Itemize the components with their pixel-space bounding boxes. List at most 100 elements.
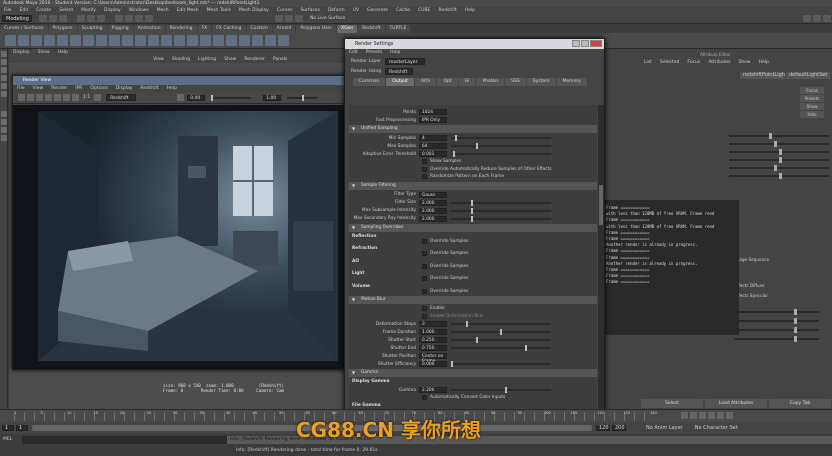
exposure-slider[interactable] [211, 94, 252, 101]
motion-blur-field-slider[interactable] [451, 329, 551, 335]
attr-slider[interactable] [729, 133, 829, 139]
lasso-tool-icon[interactable] [1, 59, 7, 65]
filter-field-field[interactable]: 2.000 [419, 215, 447, 222]
shelf-tab[interactable]: Polygons [48, 24, 77, 33]
motion-blur-field-field[interactable]: 1.000 [419, 329, 447, 335]
viewport-menu-item[interactable]: Show [220, 57, 240, 62]
unified-sampling-field-field[interactable]: 0.001 [419, 151, 447, 157]
select-button[interactable]: Select [641, 398, 703, 408]
tab-point-light-shape[interactable]: redshiftPointLightShape1 [740, 72, 785, 79]
shelf-tool-icon[interactable] [252, 35, 263, 46]
menu-item-edit-mesh[interactable]: Edit Mesh [173, 8, 203, 13]
shelf-tool-icon[interactable] [265, 35, 276, 46]
shelf-tab[interactable]: Redshift [358, 24, 385, 33]
layout-two-icon[interactable] [1, 127, 7, 133]
menu-item-help[interactable]: Help [461, 8, 479, 13]
render-view-menu-item[interactable]: IPR [71, 86, 86, 91]
play-back-icon[interactable] [699, 412, 706, 419]
attribute-editor-menu-item[interactable]: Focus [683, 60, 704, 65]
tab-sss[interactable]: SSS [505, 78, 526, 86]
command-language-label[interactable]: MEL [0, 437, 22, 442]
gamma-field[interactable]: 2.200 [419, 387, 447, 393]
viewport-menu-item[interactable]: Panels [269, 57, 291, 62]
lasso-icon[interactable] [87, 15, 95, 22]
shelf-tab[interactable]: FX Caching [212, 24, 246, 33]
shelf-tab[interactable]: Rigging [107, 24, 133, 33]
filter-field-field[interactable]: 2.000 [419, 199, 447, 206]
attr-slider[interactable] [734, 309, 819, 315]
motion-blur-field-field[interactable]: 0.750 [419, 345, 447, 351]
menu-item-create[interactable]: Create [32, 8, 55, 13]
attribute-editor-menu-item[interactable]: Attributes [704, 60, 734, 65]
attr-slider[interactable] [729, 157, 829, 163]
menu-item-redshift[interactable]: Redshift [434, 8, 460, 13]
ratio-label[interactable]: 1:1 [83, 95, 90, 100]
copy-tab-button[interactable]: Copy Tab [769, 398, 831, 408]
layout-single-icon[interactable] [1, 111, 7, 117]
menu-item-mesh[interactable]: Mesh [153, 8, 173, 13]
range-end-field[interactable]: 120 [596, 425, 610, 431]
shelf-tab[interactable]: TURTLE [385, 24, 411, 33]
shelf-tool-icon[interactable] [213, 35, 224, 46]
shelf-tool-icon[interactable] [122, 35, 133, 46]
shelf-tool-icon[interactable] [83, 35, 94, 46]
viewport-menu-item[interactable]: Show [34, 50, 54, 55]
viewport-menu-item[interactable]: Lighting [194, 57, 220, 62]
menu-item-uv[interactable]: UV [349, 8, 363, 13]
renderer-dropdown[interactable]: Redshift [106, 94, 137, 101]
save-scene-icon[interactable] [59, 15, 67, 22]
play-forward-icon[interactable] [708, 412, 715, 419]
attr-slider[interactable] [729, 141, 829, 147]
gamma-section[interactable]: Gamma [349, 369, 597, 377]
motion-blur-field-field[interactable]: 3 [419, 321, 447, 327]
filter-field-slider[interactable] [451, 207, 551, 214]
zoom-fit-icon[interactable] [72, 94, 79, 101]
menu-item-display[interactable]: Display [100, 8, 125, 13]
shelf-tab[interactable]: Sculpting [77, 24, 107, 33]
override-samples-checkbox[interactable] [422, 251, 427, 257]
keep-image-icon[interactable] [94, 94, 102, 101]
toggle-panel-icon[interactable] [803, 15, 811, 22]
redo-render-icon[interactable] [18, 94, 25, 101]
viewport-menu-item[interactable]: Renderer [240, 57, 269, 62]
render-view-menu-item[interactable]: Redshift [136, 86, 162, 91]
motion-blur-field-slider[interactable] [451, 361, 551, 367]
shelf-tool-icon[interactable] [44, 35, 55, 46]
command-input[interactable] [22, 435, 227, 444]
viewport-menu-item[interactable]: Display [9, 50, 34, 55]
menu-item-generate[interactable]: Generate [363, 8, 392, 13]
shelf-tool-icon[interactable] [278, 35, 289, 46]
shelf-tool-icon[interactable] [161, 35, 172, 46]
attribute-editor-menu-item[interactable]: Show [734, 60, 754, 65]
shelf-tool-icon[interactable] [200, 35, 211, 46]
shelf-tool-icon[interactable] [239, 35, 250, 46]
shelf-tool-icon[interactable] [109, 35, 120, 46]
menu-item-edit[interactable]: Edit [16, 8, 33, 13]
points-field[interactable]: 1024 [419, 109, 447, 115]
override-samples-checkbox[interactable] [422, 263, 427, 269]
override-samples-checkbox[interactable] [422, 288, 427, 294]
unified-sampling-field-slider[interactable] [451, 151, 551, 157]
motion-blur-option-checkbox[interactable] [422, 306, 427, 312]
rgb-icon[interactable] [63, 94, 70, 101]
unified-sampling-field-slider[interactable] [451, 143, 551, 149]
render-settings-icon[interactable] [295, 15, 303, 22]
shelf-tool-icon[interactable] [226, 35, 237, 46]
attr-slider[interactable] [734, 336, 819, 342]
unified-sampling-section[interactable]: Unified Sampling [349, 125, 597, 133]
attr-slider[interactable] [729, 173, 829, 179]
attr-slider[interactable] [729, 165, 829, 171]
fast-preprocessing-dropdown[interactable]: IPR Only [419, 117, 447, 123]
menu-item-select[interactable]: Select [55, 8, 77, 13]
ipr-render-icon[interactable] [285, 15, 293, 22]
script-editor-output[interactable]: Frame ============ with less than 128MB o… [604, 200, 739, 335]
move-tool-icon[interactable] [1, 75, 7, 81]
motion-blur-section[interactable]: Motion Blur [349, 296, 597, 304]
tab-system[interactable]: System [526, 78, 556, 86]
tab-default-light-set[interactable]: defaultLightSet [786, 72, 831, 79]
menu-item-mesh-tools[interactable]: Mesh Tools [203, 8, 235, 13]
render-region-icon[interactable] [45, 94, 52, 101]
render-view-title-bar[interactable]: Render View [13, 76, 351, 85]
sampling-overrides-section[interactable]: Sampling Overrides [349, 223, 597, 232]
motion-blur-field-field[interactable]: 0.000 [419, 361, 447, 367]
